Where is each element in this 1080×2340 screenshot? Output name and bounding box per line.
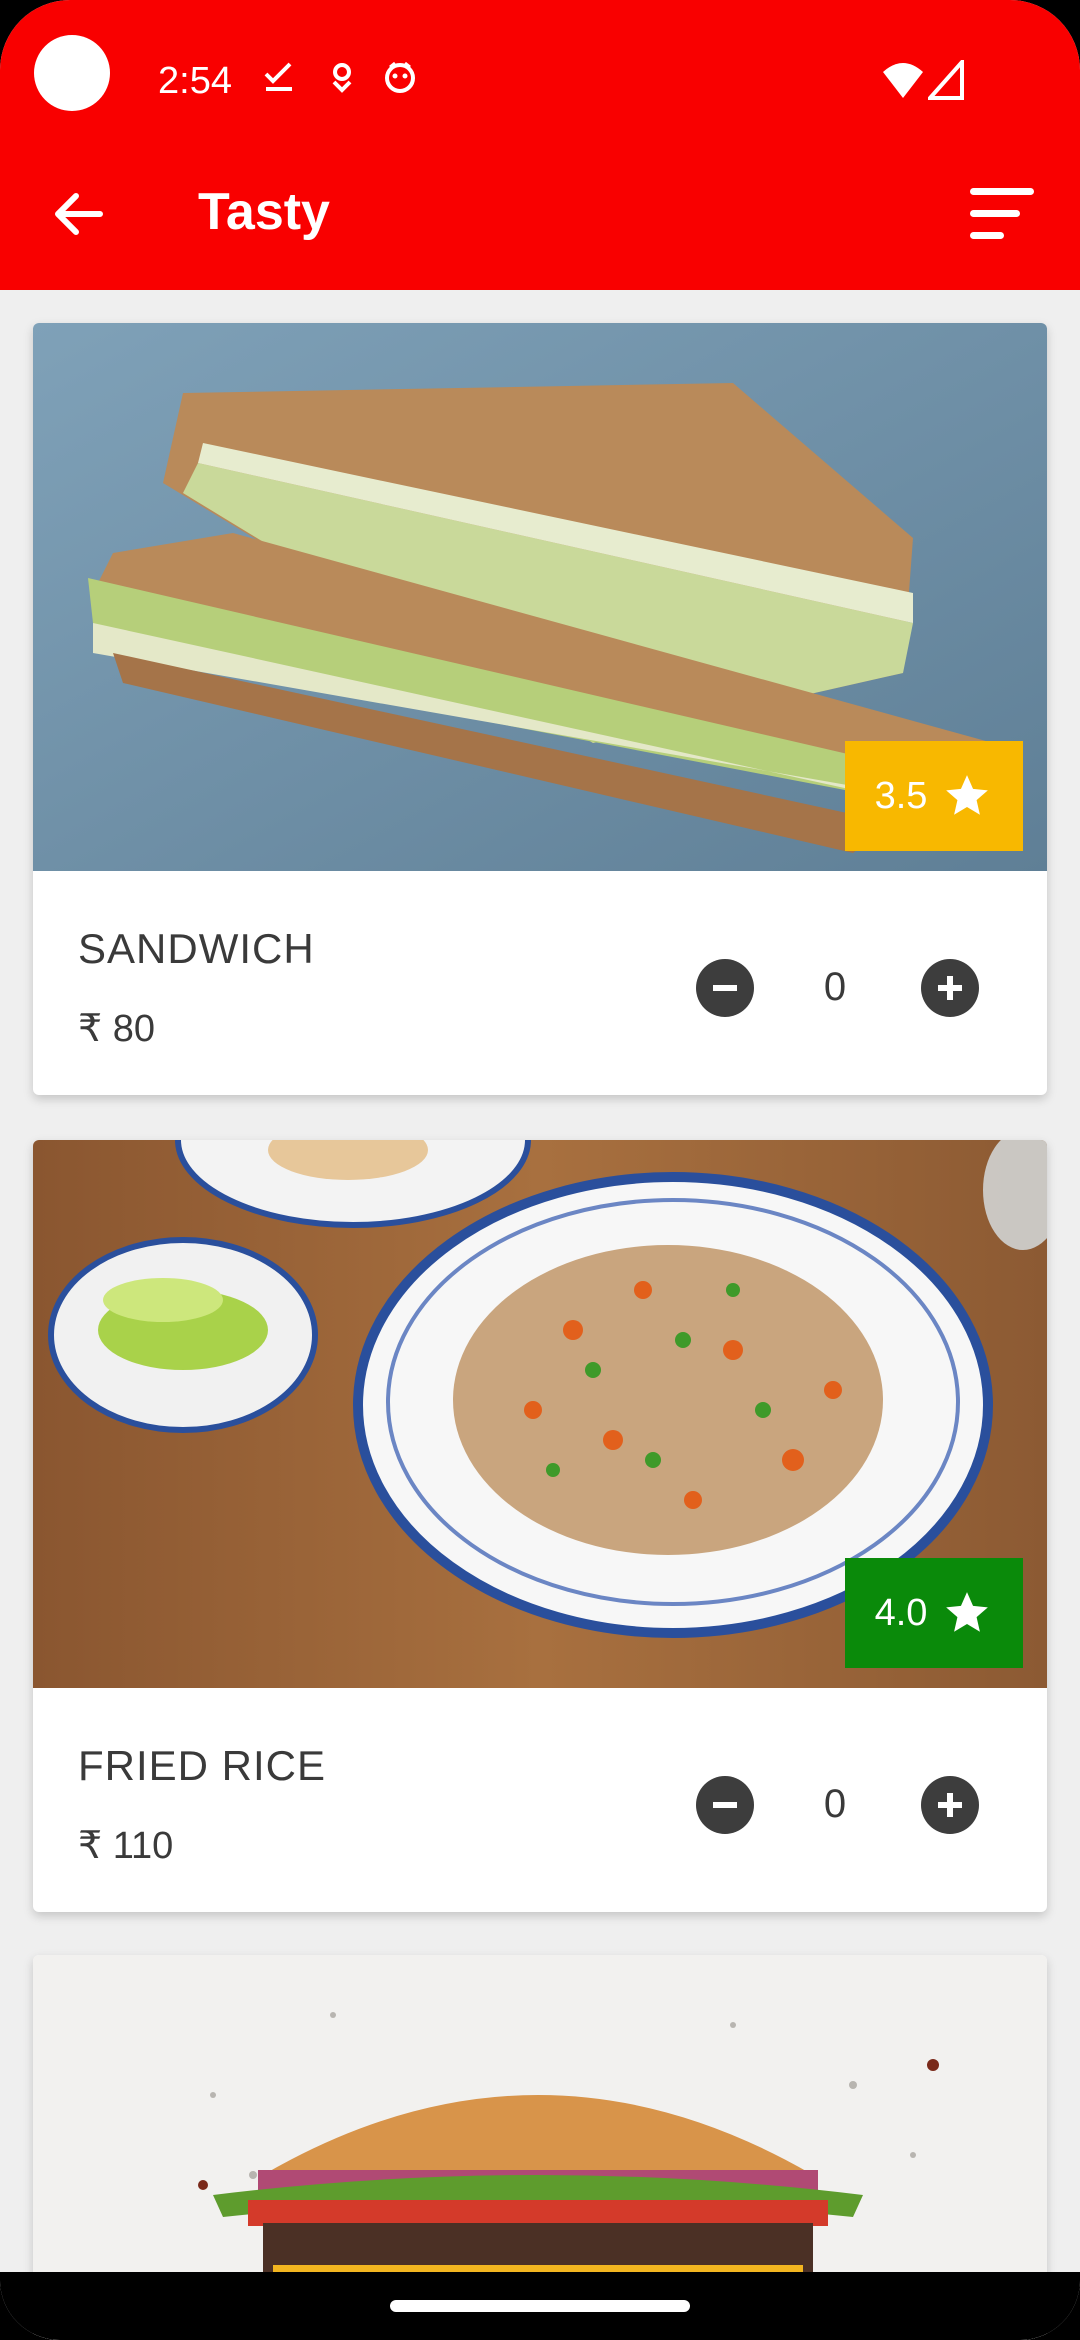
app-bar: 2:54 Tasty <box>0 0 1080 290</box>
food-card[interactable]: 4.0 FRIED RICE ₹ 110 0 <box>33 1140 1047 1912</box>
quantity-value: 0 <box>823 1782 847 1826</box>
item-price: ₹ 80 <box>78 1008 156 1050</box>
plus-icon <box>938 1793 962 1817</box>
quantity-value: 0 <box>823 965 847 1009</box>
camera-cutout <box>34 35 110 111</box>
minus-icon <box>713 985 737 991</box>
status-bar: 2:54 <box>0 0 1080 160</box>
star-icon <box>946 1592 989 1632</box>
status-time: 2:54 <box>158 60 232 102</box>
decrease-quantity-button[interactable] <box>696 959 754 1017</box>
increase-quantity-button[interactable] <box>921 1776 979 1834</box>
increase-quantity-button[interactable] <box>921 959 979 1017</box>
decrease-quantity-button[interactable] <box>696 1776 754 1834</box>
sort-menu-icon[interactable] <box>966 186 1036 242</box>
item-name: SANDWICH <box>78 925 315 972</box>
rating-badge: 4.0 <box>845 1558 1023 1668</box>
app-face-icon <box>385 61 415 93</box>
star-icon <box>946 775 989 815</box>
location-pin-icon <box>332 63 352 93</box>
minus-icon <box>713 1802 737 1808</box>
app-screen: 2:54 Tasty 3.5 SANDWICH ₹ 80 0 4.0 FRIED… <box>0 0 1080 2340</box>
page-title: Tasty <box>198 183 330 241</box>
food-card[interactable]: 3.5 SANDWICH ₹ 80 0 <box>33 323 1047 1095</box>
toolbar: Tasty <box>0 160 1080 270</box>
item-name: FRIED RICE <box>78 1742 327 1789</box>
rating-value: 3.5 <box>874 774 928 817</box>
home-gesture-handle[interactable] <box>390 2300 690 2312</box>
wifi-icon <box>883 63 923 98</box>
rating-badge: 3.5 <box>845 741 1023 851</box>
back-arrow-icon[interactable] <box>50 186 106 242</box>
plus-icon <box>938 976 962 1000</box>
signal-icon <box>928 60 964 100</box>
rating-value: 4.0 <box>874 1591 928 1634</box>
item-price: ₹ 110 <box>78 1825 174 1867</box>
task-check-icon <box>264 62 292 91</box>
